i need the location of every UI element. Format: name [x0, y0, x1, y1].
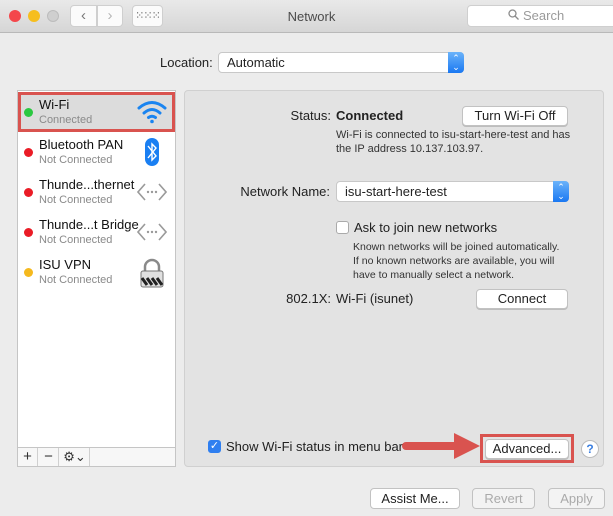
help-button[interactable]: ?: [581, 440, 599, 458]
ask-join-description: Known networks will be joined automatica…: [353, 241, 560, 281]
select-stepper-icon: ⌃ ⌄: [448, 52, 464, 73]
ethernet-icon: [136, 218, 168, 246]
gear-icon: ⚙⌄: [63, 449, 86, 464]
service-status: Not Connected: [39, 274, 113, 286]
status-dot: [24, 228, 33, 237]
question-icon: ?: [586, 442, 594, 456]
advanced-button[interactable]: Advanced...: [485, 439, 569, 459]
plus-icon: +: [23, 448, 32, 465]
assist-me-button[interactable]: Assist Me...: [370, 488, 460, 509]
service-name: Thunde...t Bridge: [39, 217, 139, 232]
network-name-label: Network Name:: [240, 184, 330, 199]
ask-join-label: Ask to join new networks: [354, 220, 498, 235]
service-status: Not Connected: [39, 234, 113, 246]
service-item-isu-vpn[interactable]: ISU VPN Not Connected: [18, 252, 175, 292]
service-status: Connected: [39, 114, 93, 126]
select-stepper-icon: ⌃ ⌄: [553, 181, 569, 202]
status-description: Wi-Fi is connected to isu-start-here-tes…: [336, 129, 571, 155]
add-service-button[interactable]: +: [18, 448, 38, 466]
status-dot: [24, 268, 33, 277]
title-bar: ‹ › ⁙⁙⁙ Network Search: [0, 0, 613, 33]
search-placeholder: Search: [523, 8, 565, 23]
service-name: Wi-Fi: [39, 97, 70, 112]
network-name-value: isu-start-here-test: [345, 184, 447, 199]
ask-join-checkbox[interactable]: [336, 221, 349, 234]
search-input[interactable]: Search: [467, 5, 613, 27]
annotation-arrow-icon: [402, 433, 480, 459]
status-dot: [24, 108, 33, 117]
service-status: Not Connected: [39, 154, 113, 166]
status-dot: [24, 188, 33, 197]
revert-button[interactable]: Revert: [472, 488, 535, 509]
status-label: Status:: [290, 108, 331, 123]
remove-service-button[interactable]: −: [39, 448, 59, 466]
dot1x-value: Wi-Fi (isunet): [336, 291, 414, 306]
show-status-label: Show Wi-Fi status in menu bar: [226, 439, 404, 454]
service-name: ISU VPN: [39, 257, 92, 272]
service-item-thunderbolt-ethernet[interactable]: Thunde...thernet Not Connected: [18, 172, 175, 212]
search-icon: [508, 6, 519, 26]
service-list: Wi-Fi Connected Bluetooth PAN Not Connec…: [17, 90, 176, 448]
service-list-toolbar: + − ⚙⌄: [17, 447, 176, 467]
apply-button[interactable]: Apply: [548, 488, 605, 509]
service-name: Thunde...thernet: [39, 177, 135, 192]
service-item-wifi[interactable]: Wi-Fi Connected: [18, 92, 175, 132]
show-status-checkbox[interactable]: ✓: [208, 440, 221, 453]
network-name-select[interactable]: isu-start-here-test ⌃ ⌄: [336, 181, 569, 202]
connect-button[interactable]: Connect: [476, 289, 568, 309]
service-status: Not Connected: [39, 194, 113, 206]
action-menu-button[interactable]: ⚙⌄: [60, 448, 90, 466]
service-item-thunderbolt-bridge[interactable]: Thunde...t Bridge Not Connected: [18, 212, 175, 252]
dot1x-label: 802.1X:: [286, 291, 331, 306]
service-name: Bluetooth PAN: [39, 137, 124, 152]
location-value: Automatic: [227, 55, 285, 70]
turn-wifi-off-button[interactable]: Turn Wi-Fi Off: [462, 106, 568, 126]
ethernet-icon: [136, 178, 168, 206]
status-dot: [24, 148, 33, 157]
location-label: Location:: [160, 55, 213, 70]
vpn-lock-icon: [137, 258, 167, 288]
bluetooth-icon: [137, 138, 167, 166]
wifi-icon: [137, 98, 167, 126]
detail-panel: Status: Connected Turn Wi-Fi Off Wi-Fi i…: [184, 90, 604, 467]
status-value: Connected: [336, 108, 404, 123]
service-item-bluetooth-pan[interactable]: Bluetooth PAN Not Connected: [18, 132, 175, 172]
minus-icon: −: [44, 448, 53, 465]
location-select[interactable]: Automatic ⌃ ⌄: [218, 52, 464, 73]
